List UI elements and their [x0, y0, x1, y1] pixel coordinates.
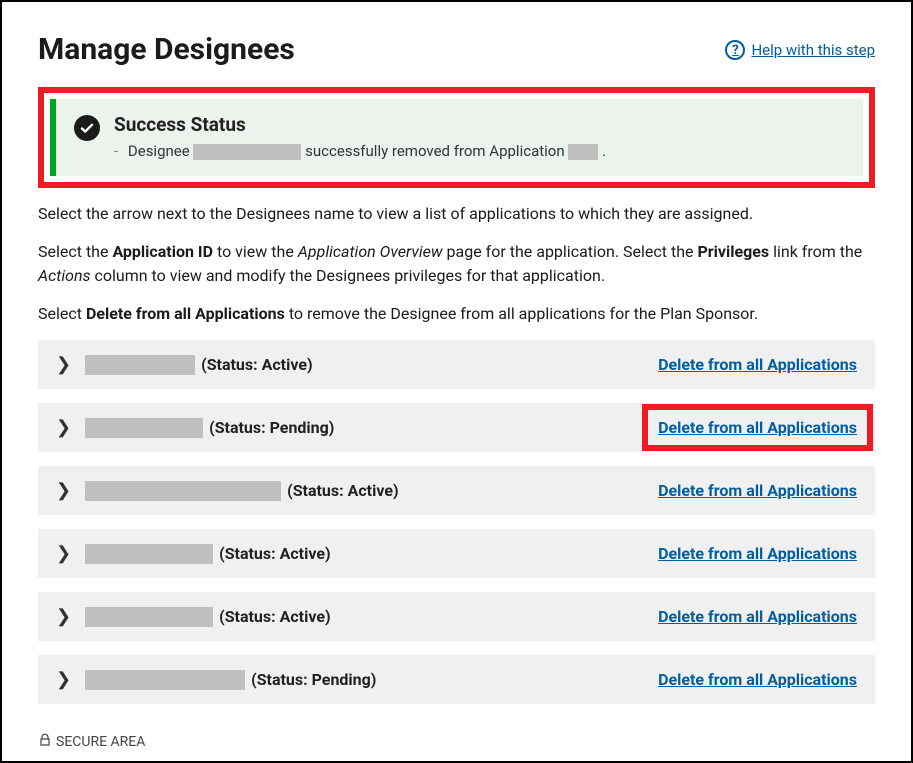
row-actions: Delete from all Applications	[658, 670, 857, 689]
delete-from-all-applications-link[interactable]: Delete from all Applications	[658, 607, 857, 626]
page-title: Manage Designees	[38, 32, 295, 67]
designee-status: (Status: Active)	[287, 481, 399, 500]
t: Application ID	[112, 242, 213, 261]
expand-chevron-icon[interactable]: ❯	[56, 354, 71, 375]
t: link from the	[769, 242, 862, 261]
t: Privileges	[697, 242, 769, 261]
row-actions: Delete from all Applications	[658, 607, 857, 626]
row-actions: Delete from all Applications	[658, 355, 857, 374]
secure-area-footer: SECURE AREA	[38, 733, 145, 751]
page-container: Manage Designees ? Help with this step S…	[0, 0, 913, 763]
status-highlight-box: Success Status - Designee successfully r…	[38, 87, 875, 188]
t: Select	[38, 304, 86, 323]
instruction-2: Select the Application ID to view the Ap…	[38, 240, 875, 288]
msg-mid: successfully removed from Application	[305, 142, 568, 160]
redacted-designee-name	[85, 418, 203, 438]
help-link-label: Help with this step	[751, 41, 875, 59]
success-check-icon	[74, 115, 100, 141]
delete-from-all-applications-link[interactable]: Delete from all Applications	[658, 355, 857, 374]
success-banner: Success Status - Designee successfully r…	[50, 99, 863, 176]
designee-status: (Status: Pending)	[209, 418, 334, 437]
expand-chevron-icon[interactable]: ❯	[56, 606, 71, 627]
delete-from-all-applications-link[interactable]: Delete from all Applications	[658, 670, 857, 689]
t: Delete from all Applications	[86, 304, 285, 323]
t: to view the	[213, 242, 298, 261]
designee-status: (Status: Active)	[219, 544, 331, 563]
instruction-3: Select Delete from all Applications to r…	[38, 302, 875, 326]
help-icon: ?	[725, 40, 745, 60]
redacted-designee-name	[85, 607, 213, 627]
expand-chevron-icon[interactable]: ❯	[56, 417, 71, 438]
t: Actions	[38, 266, 91, 285]
designee-row: ❯ (Status: Active) Delete from all Applica…	[38, 340, 875, 389]
delete-from-all-applications-link[interactable]: Delete from all Applications	[658, 544, 857, 563]
t: column to view and modify the Designees …	[91, 266, 606, 285]
secure-area-label: SECURE AREA	[56, 734, 145, 750]
header-row: Manage Designees ? Help with this step	[38, 32, 875, 67]
help-link[interactable]: ? Help with this step	[725, 40, 875, 60]
lock-icon	[38, 733, 52, 751]
row-actions: Delete from all Applications	[658, 481, 857, 500]
row-actions: Delete from all Applications	[658, 544, 857, 563]
row-actions: Delete from all Applications	[642, 418, 857, 437]
delete-link-highlight-box: Delete from all Applications	[642, 404, 873, 451]
designee-row: ❯ (Status: Pending) Delete from all Applic…	[38, 403, 875, 452]
expand-chevron-icon[interactable]: ❯	[56, 543, 71, 564]
expand-chevron-icon[interactable]: ❯	[56, 669, 71, 690]
designee-status: (Status: Pending)	[251, 670, 376, 689]
redacted-designee-name	[85, 670, 245, 690]
designee-row: ❯ (Status: Active) Delete from all Applica…	[38, 592, 875, 641]
designee-row: ❯ (Status: Pending) Delete from all Applic…	[38, 655, 875, 704]
t: Application Overview	[298, 242, 443, 261]
designee-list: ❯ (Status: Active) Delete from all Applica…	[38, 340, 875, 704]
instruction-1: Select the arrow next to the Designees n…	[38, 202, 875, 226]
t: page for the application. Select the	[443, 242, 698, 261]
success-title: Success Status	[114, 113, 845, 136]
success-content: Success Status - Designee successfully r…	[114, 113, 845, 160]
redacted-designee-name	[85, 355, 195, 375]
bullet-dash: -	[114, 142, 118, 160]
redacted-designee-name	[85, 544, 213, 564]
t: to remove the Designee from all applicat…	[285, 304, 758, 323]
delete-from-all-applications-link[interactable]: Delete from all Applications	[658, 418, 857, 437]
msg-suffix: .	[602, 142, 606, 160]
designee-row: ❯ (Status: Active) Delete from all Applica…	[38, 466, 875, 515]
delete-from-all-applications-link[interactable]: Delete from all Applications	[658, 481, 857, 500]
designee-status: (Status: Active)	[219, 607, 331, 626]
t: Select the	[38, 242, 112, 261]
msg-prefix: Designee	[128, 142, 194, 160]
expand-chevron-icon[interactable]: ❯	[56, 480, 71, 501]
redacted-application-id	[568, 144, 598, 160]
designee-row: ❯ (Status: Active) Delete from all Applica…	[38, 529, 875, 578]
designee-status: (Status: Active)	[201, 355, 313, 374]
redacted-designee-name	[85, 481, 281, 501]
success-message: - Designee successfully removed from App…	[114, 142, 845, 160]
redacted-designee-name	[193, 144, 301, 160]
